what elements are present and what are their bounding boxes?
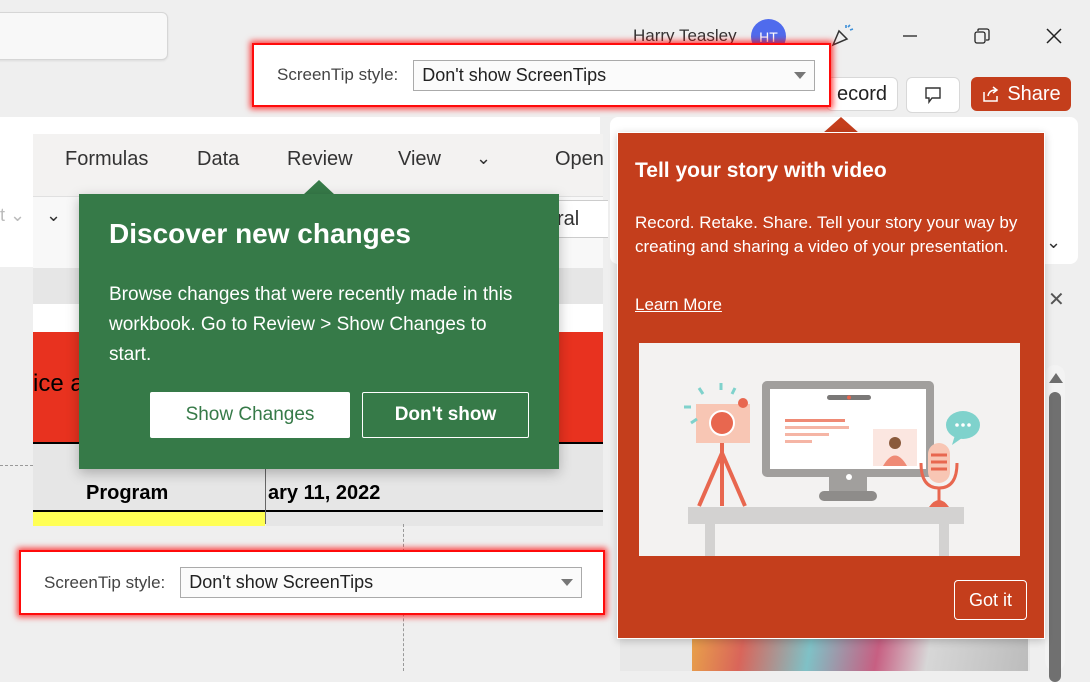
comment-icon — [925, 87, 941, 105]
desk — [688, 507, 964, 524]
screentip-style-dropdown[interactable]: Don't show ScreenTips — [413, 59, 816, 91]
tab-review[interactable]: Review — [287, 148, 353, 171]
page-break-line — [0, 465, 33, 466]
close-icon[interactable] — [1034, 18, 1074, 54]
callout-pointer — [823, 117, 859, 133]
callout-pointer — [303, 180, 335, 195]
font-dropdown-partial[interactable]: t ⌄ — [0, 205, 25, 226]
tab-view[interactable]: View — [398, 148, 441, 171]
cell-program[interactable]: Program — [86, 482, 168, 505]
callout-title: Tell your story with video — [635, 159, 887, 182]
screentip-setting-bottom: ScreenTip style: Don't show ScreenTips — [21, 552, 603, 613]
share-label: Share — [1007, 82, 1061, 105]
close-pane-icon[interactable]: ✕ — [1048, 287, 1065, 312]
video-story-callout: Tell your story with video Record. Retak… — [617, 132, 1045, 639]
more-tabs-chevron-icon[interactable]: ⌄ — [476, 148, 491, 169]
comments-button[interactable] — [906, 77, 960, 113]
dropdown-arrow-icon — [794, 71, 807, 79]
ribbon-expand-chevron-icon[interactable]: ⌄ — [1046, 232, 1061, 253]
learn-more-link[interactable]: Learn More — [635, 295, 722, 315]
callout-body: Record. Retake. Share. Tell your story y… — [635, 213, 1018, 256]
show-changes-button[interactable]: Show Changes — [150, 392, 350, 438]
tab-formulas[interactable]: Formulas — [65, 148, 148, 171]
record-label: ecord — [836, 82, 887, 105]
dont-show-button[interactable]: Don't show — [362, 392, 529, 438]
callout-body: Browse changes that were recently made i… — [109, 284, 513, 365]
screentip-value: Don't show ScreenTips — [422, 64, 607, 85]
chevron-down-icon[interactable]: ⌄ — [46, 205, 61, 226]
tab-data[interactable]: Data — [197, 148, 239, 171]
restore-icon[interactable] — [962, 18, 1002, 54]
screentip-value: Don't show ScreenTips — [189, 572, 374, 592]
cell-title-partial[interactable]: ice a — [33, 370, 84, 398]
cell-yellow[interactable] — [33, 510, 265, 526]
scrollbar-thumb[interactable] — [1049, 392, 1061, 682]
cell-gray[interactable] — [266, 510, 603, 526]
screentip-label: ScreenTip style: — [44, 572, 166, 592]
callout-title: Discover new changes — [109, 218, 411, 249]
dropdown-arrow-icon — [561, 579, 574, 586]
got-it-button[interactable]: Got it — [954, 580, 1027, 620]
screentip-label: ScreenTip style: — [277, 65, 399, 84]
scroll-up-icon[interactable] — [1049, 373, 1063, 383]
record-button[interactable]: ecord — [826, 77, 898, 111]
user-name: Harry Teasley — [633, 26, 737, 45]
share-button[interactable]: Share — [971, 77, 1071, 111]
discover-changes-callout: Discover new changes Browse changes that… — [79, 194, 559, 469]
search-box[interactable] — [0, 12, 168, 60]
screentip-setting-top: ScreenTip style: Don't show ScreenTips — [254, 45, 829, 105]
screentip-style-dropdown[interactable]: Don't show ScreenTips — [180, 567, 583, 598]
cell-date[interactable]: ary 11, 2022 — [268, 482, 380, 505]
video-recording-illustration — [639, 343, 1020, 556]
open-in-desktop-button[interactable]: Open — [555, 148, 603, 171]
minimize-icon[interactable] — [890, 18, 930, 54]
number-format-dropdown[interactable]: ral — [552, 200, 608, 238]
share-icon — [983, 86, 999, 102]
slide-thumbnail[interactable] — [692, 638, 1028, 671]
